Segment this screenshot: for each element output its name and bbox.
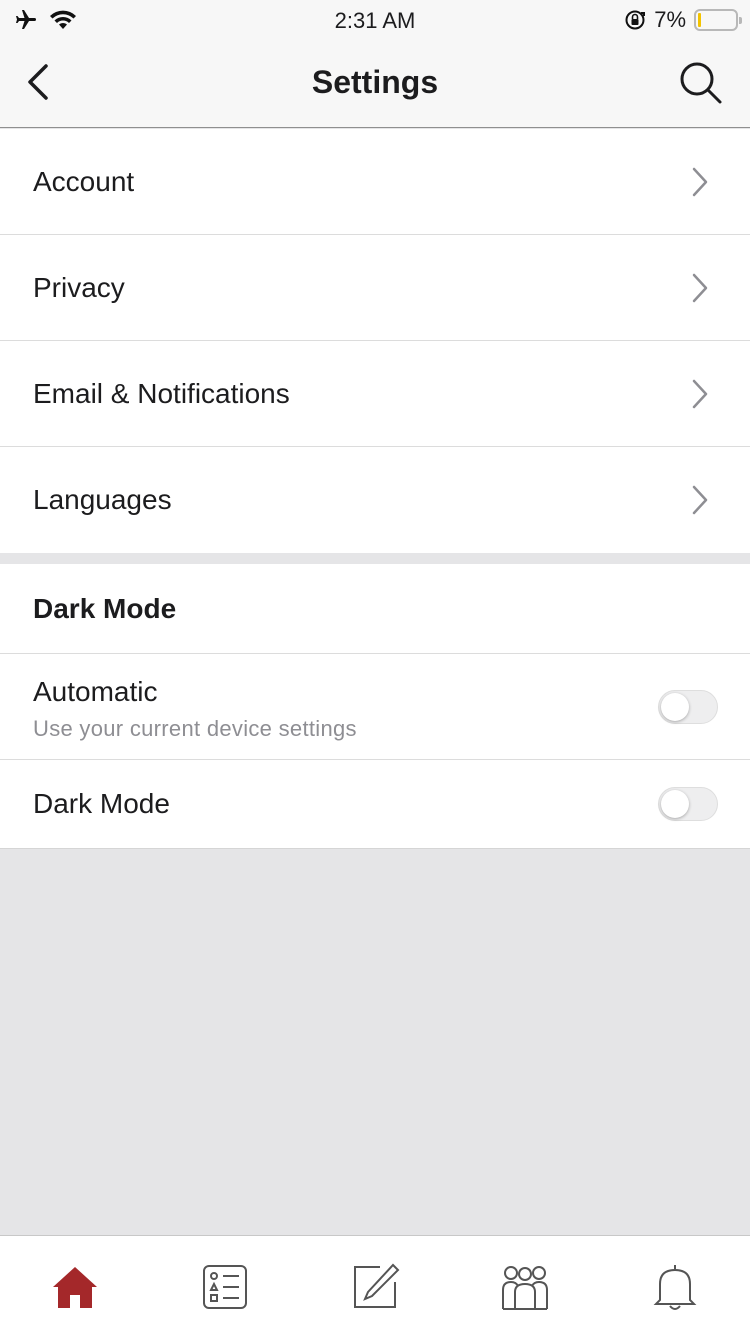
list-icon (203, 1265, 247, 1309)
battery-icon (694, 9, 742, 31)
tab-bar (0, 1235, 750, 1334)
tab-list[interactable] (200, 1262, 250, 1312)
nav-bar: Settings (0, 40, 750, 128)
search-icon[interactable] (678, 60, 724, 106)
tab-people[interactable] (500, 1262, 550, 1312)
settings-item-label: Languages (33, 484, 172, 515)
settings-item-languages[interactable]: Languages (0, 447, 750, 553)
settings-item-account[interactable]: Account (0, 129, 750, 235)
tab-notifications[interactable] (650, 1262, 700, 1312)
settings-item-label: Account (33, 165, 135, 197)
rotation-lock-icon (625, 10, 646, 30)
chevron-right-icon (692, 379, 708, 409)
dark-mode-label: Dark Mode (33, 788, 170, 819)
status-bar: 2:31 AM 7% (0, 0, 750, 40)
dark-mode-toggle[interactable] (658, 787, 718, 821)
page-title: Settings (311, 64, 439, 100)
settings-item-label: Email & Notifications (33, 377, 290, 409)
chevron-right-icon (692, 273, 708, 303)
toggle-knob (661, 693, 689, 721)
settings-item-privacy[interactable]: Privacy (0, 235, 750, 341)
bell-icon (653, 1265, 697, 1310)
settings-list: Account Privacy Email & Notifications La… (0, 129, 750, 553)
compose-icon (354, 1263, 400, 1308)
dark-mode-row: Dark Mode (0, 760, 750, 848)
dark-mode-section: Dark Mode Automatic Use your current dev… (0, 564, 750, 849)
automatic-description: Use your current device settings (33, 716, 357, 741)
tab-home[interactable] (50, 1262, 100, 1312)
automatic-row: Automatic Use your current device settin… (0, 654, 750, 760)
automatic-toggle[interactable] (658, 690, 718, 724)
tab-compose[interactable] (350, 1262, 400, 1312)
battery-percent: 7% (654, 7, 686, 32)
toggle-knob (661, 790, 689, 818)
settings-item-label: Privacy (33, 271, 125, 303)
chevron-right-icon (692, 485, 708, 515)
people-icon (502, 1266, 548, 1310)
chevron-right-icon (692, 167, 708, 197)
home-icon (53, 1267, 97, 1308)
section-header: Dark Mode (0, 564, 750, 654)
settings-item-email-notifications[interactable]: Email & Notifications (0, 341, 750, 447)
automatic-label: Automatic (33, 676, 158, 707)
